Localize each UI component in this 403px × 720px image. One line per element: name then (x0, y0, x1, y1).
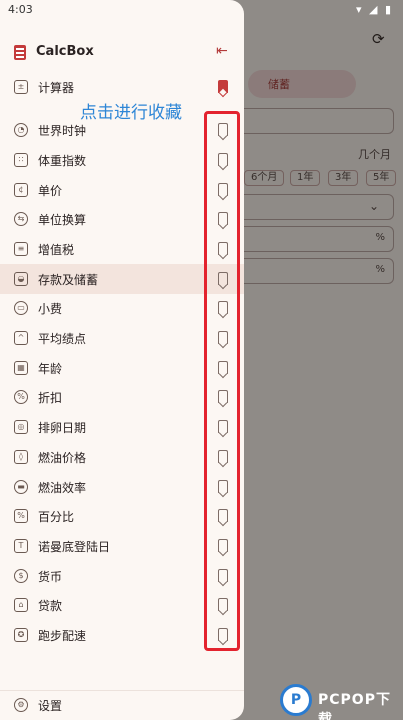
watermark-logo: P (280, 684, 312, 716)
graduation-cap-icon: ^ (14, 331, 28, 345)
calculator-icon: ± (14, 80, 28, 94)
drawer-item-label: 燃油价格 (38, 451, 87, 465)
vat-icon: ≡ (14, 242, 28, 256)
drawer-item-label: 单价 (38, 184, 63, 198)
discount-icon: % (14, 390, 28, 404)
fuel-drop-icon: ◊ (14, 450, 28, 464)
bookmark-icon[interactable] (218, 80, 228, 93)
drawer-item-label: 平均绩点 (38, 332, 87, 346)
drawer-header: CalcBox ⇤ (0, 40, 244, 66)
unit-convert-icon: ⇆ (14, 212, 28, 226)
drawer-item-label: 跑步配速 (38, 629, 87, 643)
unit-price-icon: ¢ (14, 183, 28, 197)
app-title: CalcBox (36, 44, 94, 59)
bank-icon: ⌂ (14, 598, 28, 612)
watermark: P PCPOP下载 (280, 684, 403, 720)
drawer-item-label: 燃油效率 (38, 481, 87, 495)
car-icon: ▬ (14, 480, 28, 494)
world-clock-icon: ◔ (14, 123, 28, 137)
piggy-bank-icon: ◒ (14, 272, 28, 286)
drawer-item-label: 排卵日期 (38, 421, 87, 435)
drawer-item-label: 货币 (38, 570, 63, 584)
settings-label: 设置 (38, 699, 63, 713)
status-time: 4:03 (8, 3, 33, 16)
bmi-icon: ∷ (14, 153, 28, 167)
status-icons: ▾ ◢ ▮ (355, 3, 393, 16)
ovulation-calendar-icon: ◎ (14, 420, 28, 434)
medal-icon: ✪ (14, 628, 28, 642)
drawer-item-label: 小费 (38, 302, 63, 316)
annotation-highlight-box (204, 111, 240, 651)
drawer-item-label: 年龄 (38, 362, 63, 376)
settings-item[interactable]: ⚙ 设置 (0, 690, 244, 720)
drawer-item-label: 贷款 (38, 599, 63, 613)
currency-icon: $ (14, 569, 28, 583)
drawer-item-label: 诺曼底登陆日 (38, 540, 111, 554)
watermark-text: PCPOP下载 (318, 692, 391, 720)
collapse-drawer-icon[interactable]: ⇤ (216, 43, 228, 59)
annotation-text: 点击进行收藏 (80, 103, 182, 123)
drawer-item-label: 单位换算 (38, 213, 87, 227)
gear-icon: ⚙ (14, 698, 28, 712)
d-day-calendar-icon: T (14, 539, 28, 553)
drawer-item-label: 百分比 (38, 510, 75, 524)
drawer-item-label: 体重指数 (38, 154, 87, 168)
drawer-item-label: 折扣 (38, 391, 63, 405)
calcbox-logo-icon (14, 45, 26, 60)
drawer-item-label: 计算器 (38, 81, 75, 95)
calendar-icon: ▦ (14, 361, 28, 375)
wallet-icon: ▭ (14, 301, 28, 315)
percent-icon: % (14, 509, 28, 523)
drawer-item-label: 增值税 (38, 243, 75, 257)
drawer-item-label: 世界时钟 (38, 124, 87, 138)
drawer-item-label: 存款及储蓄 (38, 273, 99, 287)
